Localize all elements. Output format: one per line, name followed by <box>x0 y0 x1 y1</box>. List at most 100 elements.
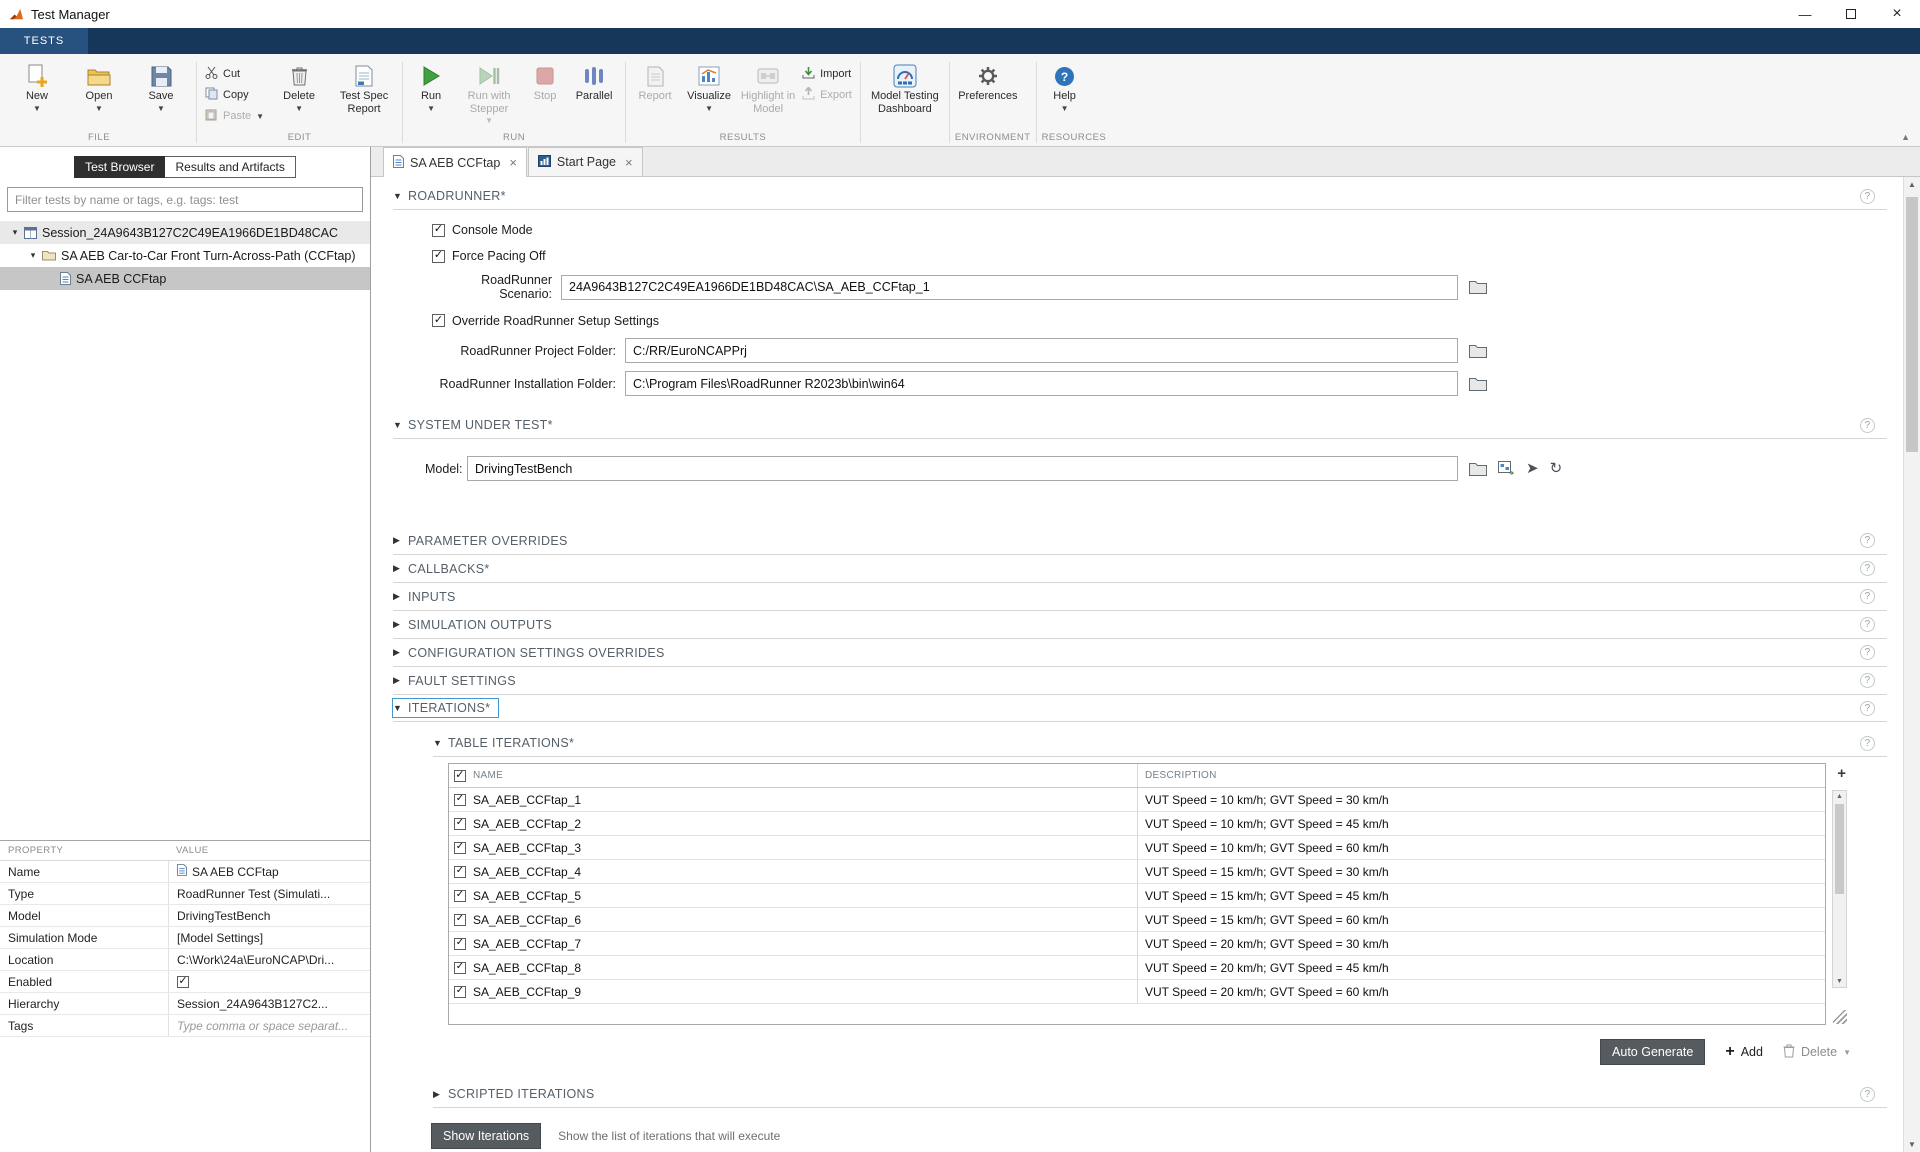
browse-folder-icon[interactable] <box>1469 344 1487 358</box>
preferences-button[interactable]: Preferences <box>955 58 1021 130</box>
auto-generate-button[interactable]: Auto Generate <box>1600 1039 1705 1065</box>
model-input[interactable] <box>467 456 1458 481</box>
iteration-checkbox[interactable] <box>454 938 466 950</box>
iteration-checkbox[interactable] <box>454 842 466 854</box>
tree-item-test[interactable]: SA AEB CCFtap <box>0 267 370 290</box>
help-button[interactable]: ? Help ▼ <box>1042 58 1088 130</box>
help-icon[interactable]: ? <box>1860 617 1875 632</box>
iteration-checkbox[interactable] <box>454 818 466 830</box>
show-iterations-button[interactable]: Show Iterations <box>431 1123 541 1149</box>
iteration-checkbox[interactable] <box>454 866 466 878</box>
iteration-row-5[interactable]: SA_AEB_CCFtap_5 VUT Speed = 15 km/h; GVT… <box>449 884 1825 908</box>
scroll-down-icon[interactable]: ▼ <box>1833 978 1846 985</box>
tab-results-and-artifacts[interactable]: Results and Artifacts <box>165 156 295 178</box>
section-header-fault-settings[interactable]: ▶ FAULT SETTINGS ? <box>393 667 1887 695</box>
scroll-up-icon[interactable]: ▲ <box>1833 793 1846 800</box>
help-icon[interactable]: ? <box>1860 533 1875 548</box>
help-icon[interactable]: ? <box>1860 418 1875 433</box>
tab-tests[interactable]: TESTS <box>0 28 88 54</box>
section-header-roadrunner[interactable]: ▼ ROADRUNNER* ? <box>393 183 1887 210</box>
iteration-row-3[interactable]: SA_AEB_CCFtap_3 VUT Speed = 10 km/h; GVT… <box>449 836 1825 860</box>
help-icon[interactable]: ? <box>1860 561 1875 576</box>
maximize-button[interactable] <box>1828 0 1874 28</box>
tree-item-suite[interactable]: ▾ SA AEB Car-to-Car Front Turn-Across-Pa… <box>0 244 370 267</box>
doc-tab-start-page[interactable]: Start Page × <box>528 147 643 176</box>
scrollbar-thumb[interactable] <box>1835 804 1844 894</box>
parallel-button[interactable]: Parallel <box>568 58 620 130</box>
iteration-checkbox[interactable] <box>454 794 466 806</box>
add-button[interactable]: + Add <box>1725 1044 1763 1060</box>
help-icon[interactable]: ? <box>1860 1087 1875 1102</box>
save-button[interactable]: Save ▼ <box>131 58 191 130</box>
browse-model-icon[interactable] <box>1469 462 1487 476</box>
filter-tests-input[interactable] <box>7 187 363 212</box>
iteration-row-4[interactable]: SA_AEB_CCFtap_4 VUT Speed = 15 km/h; GVT… <box>449 860 1825 884</box>
tab-test-browser[interactable]: Test Browser <box>74 156 165 178</box>
help-icon[interactable]: ? <box>1860 673 1875 688</box>
enabled-checkbox[interactable] <box>177 976 189 988</box>
import-button[interactable]: Import <box>799 65 855 82</box>
property-row-location: Location C:\Work\24a\EuroNCAP\Dri... <box>0 949 370 971</box>
help-icon[interactable]: ? <box>1860 701 1875 716</box>
help-icon[interactable]: ? <box>1860 589 1875 604</box>
cut-button[interactable]: Cut <box>202 65 267 82</box>
iteration-row-2[interactable]: SA_AEB_CCFtap_2 VUT Speed = 10 km/h; GVT… <box>449 812 1825 836</box>
roadrunner-install-folder-input[interactable] <box>625 371 1458 396</box>
main-scrollbar[interactable]: ▲ ▼ <box>1903 177 1920 1152</box>
scroll-down-icon[interactable]: ▼ <box>1904 1140 1920 1149</box>
section-header-parameter-overrides[interactable]: ▶ PARAMETER OVERRIDES ? <box>393 527 1887 555</box>
help-icon[interactable]: ? <box>1860 645 1875 660</box>
test-spec-report-button[interactable]: Test Spec Report <box>331 58 397 130</box>
iteration-row-8[interactable]: SA_AEB_CCFtap_8 VUT Speed = 20 km/h; GVT… <box>449 956 1825 980</box>
iteration-row-6[interactable]: SA_AEB_CCFtap_6 VUT Speed = 15 km/h; GVT… <box>449 908 1825 932</box>
browse-folder-icon[interactable] <box>1469 280 1487 294</box>
open-model-icon[interactable] <box>1498 461 1515 476</box>
copy-button[interactable]: Copy <box>202 86 267 103</box>
delete-button[interactable]: Delete ▼ <box>269 58 329 130</box>
iteration-checkbox[interactable] <box>454 986 466 998</box>
section-header-inputs[interactable]: ▶ INPUTS ? <box>393 583 1887 611</box>
iteration-checkbox[interactable] <box>454 962 466 974</box>
iteration-row-9[interactable]: SA_AEB_CCFtap_9 VUT Speed = 20 km/h; GVT… <box>449 980 1825 1004</box>
section-header-configuration-settings-overrides[interactable]: ▶ CONFIGURATION SETTINGS OVERRIDES ? <box>393 639 1887 667</box>
new-button[interactable]: New ▼ <box>7 58 67 130</box>
close-button[interactable]: × <box>1874 0 1920 28</box>
scrollbar-thumb[interactable] <box>1906 197 1918 452</box>
close-tab-icon[interactable]: × <box>625 155 633 170</box>
scroll-up-icon[interactable]: ▲ <box>1904 180 1920 189</box>
section-header-callbacks[interactable]: ▶ CALLBACKS* ? <box>393 555 1887 583</box>
section-header-simulation-outputs[interactable]: ▶ SIMULATION OUTPUTS ? <box>393 611 1887 639</box>
section-header-table-iterations[interactable]: ▼ TABLE ITERATIONS* ? <box>433 730 1887 757</box>
iteration-row-1[interactable]: SA_AEB_CCFtap_1 VUT Speed = 10 km/h; GVT… <box>449 788 1825 812</box>
section-header-iterations[interactable]: ▼ ITERATIONS* ? <box>393 695 1887 722</box>
roadrunner-project-folder-input[interactable] <box>625 338 1458 363</box>
iteration-checkbox[interactable] <box>454 914 466 926</box>
help-icon[interactable]: ? <box>1860 736 1875 751</box>
tree-item-session[interactable]: ▾ Session_24A9643B127C2C49EA1966DE1BD48C… <box>0 221 370 244</box>
browse-folder-icon[interactable] <box>1469 377 1487 391</box>
section-header-system-under-test[interactable]: ▼ SYSTEM UNDER TEST* ? <box>393 412 1887 439</box>
doc-tab-sa-aeb-ccftap[interactable]: SA AEB CCFtap × <box>383 147 527 177</box>
refresh-icon[interactable]: ↻ <box>1550 461 1563 476</box>
add-iteration-icon[interactable]: + <box>1837 766 1846 781</box>
visualize-button[interactable]: Visualize ▼ <box>681 58 737 130</box>
model-testing-dashboard-button[interactable]: Model Testing Dashboard <box>866 58 944 130</box>
iteration-checkbox[interactable] <box>454 890 466 902</box>
table-scrollbar[interactable]: ▲ ▼ <box>1832 790 1847 988</box>
roadrunner-scenario-input[interactable] <box>561 275 1458 300</box>
help-icon[interactable]: ? <box>1860 189 1875 204</box>
tags-input[interactable]: Type comma or space separat... <box>168 1015 370 1036</box>
override-settings-checkbox[interactable] <box>432 314 445 327</box>
select-all-checkbox[interactable] <box>454 770 466 782</box>
table-resize-grip[interactable] <box>1833 1010 1847 1024</box>
console-mode-checkbox[interactable] <box>432 224 445 237</box>
minimize-button[interactable]: — <box>1782 0 1828 28</box>
force-pacing-checkbox[interactable] <box>432 250 445 263</box>
run-button[interactable]: Run ▼ <box>408 58 454 130</box>
iteration-row-7[interactable]: SA_AEB_CCFtap_7 VUT Speed = 20 km/h; GVT… <box>449 932 1825 956</box>
close-tab-icon[interactable]: × <box>509 155 517 170</box>
collapse-toolstrip-icon[interactable]: ▲ <box>1901 132 1910 142</box>
section-header-scripted-iterations[interactable]: ▶ SCRIPTED ITERATIONS ? <box>433 1081 1887 1108</box>
use-current-model-icon[interactable]: ➤ <box>1526 461 1539 476</box>
open-button[interactable]: Open ▼ <box>69 58 129 130</box>
